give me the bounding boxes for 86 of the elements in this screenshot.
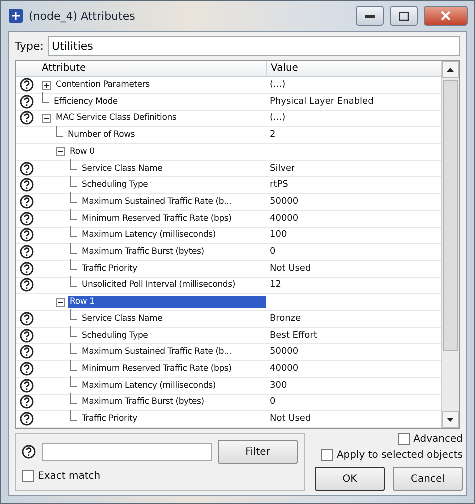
attribute-value[interactable]: 2 <box>266 127 441 144</box>
attribute-value[interactable]: 0 <box>266 244 441 260</box>
attribute-name[interactable]: Row 0 <box>68 146 97 158</box>
attribute-value[interactable]: 40000 <box>266 210 441 227</box>
attribute-name[interactable]: Contention Parameters <box>54 79 152 92</box>
attribute-name[interactable]: Row 1 <box>68 296 266 308</box>
minimize-button[interactable] <box>356 6 384 26</box>
attribute-name[interactable]: Service Class Name <box>80 162 165 175</box>
help-icon[interactable] <box>20 345 34 360</box>
attribute-value[interactable]: Silver <box>266 160 441 176</box>
collapse-icon[interactable] <box>56 147 65 156</box>
attribute-name[interactable]: Maximum Traffic Burst (bytes) <box>80 396 206 408</box>
attribute-value[interactable]: 12 <box>266 278 441 294</box>
help-icon[interactable] <box>20 194 34 209</box>
attribute-name[interactable]: Traffic Priority <box>80 262 140 275</box>
type-field[interactable]: Utilities <box>48 36 460 56</box>
attribute-value[interactable]: 40000 <box>266 361 441 377</box>
help-icon[interactable] <box>20 412 34 426</box>
attribute-value[interactable]: Best Effort <box>266 328 441 344</box>
scroll-up-button[interactable] <box>442 61 459 78</box>
collapse-icon[interactable] <box>56 298 65 307</box>
help-icon[interactable] <box>20 78 34 92</box>
help-icon[interactable] <box>20 328 34 343</box>
column-header[interactable]: Attribute <box>38 61 266 76</box>
attribute-value[interactable]: Not Used <box>266 411 441 427</box>
maximize-button[interactable] <box>390 6 418 26</box>
scrollbar-thumb[interactable] <box>443 80 458 351</box>
attribute-value[interactable]: 0 <box>266 394 441 410</box>
help-icon[interactable] <box>20 94 34 109</box>
minimize-icon <box>365 14 375 18</box>
attribute-name[interactable]: Scheduling Type <box>80 179 150 192</box>
help-icon[interactable] <box>20 111 34 126</box>
help-icon[interactable] <box>20 162 34 176</box>
attribute-value[interactable]: 100 <box>266 228 441 244</box>
collapse-icon[interactable] <box>42 114 51 123</box>
attribute-name[interactable]: Maximum Latency (milliseconds) <box>80 380 218 392</box>
filter-field[interactable] <box>42 443 212 461</box>
attribute-name[interactable]: Unsolicited Poll Interval (milliseconds) <box>80 279 238 292</box>
help-icon[interactable] <box>20 178 34 192</box>
checkbox[interactable]: Apply to selected objects <box>320 449 463 461</box>
attribute-name[interactable]: Service Class Name <box>80 312 165 325</box>
cancel-button[interactable]: Cancel <box>393 467 463 491</box>
checkbox[interactable]: Exact match <box>22 470 298 482</box>
help-icon[interactable] <box>20 245 34 260</box>
attribute-name[interactable]: Maximum Latency (milliseconds) <box>80 229 218 242</box>
attribute-name[interactable]: Maximum Sustained Traffic Rate (b... <box>80 346 234 358</box>
maximize-icon <box>399 12 409 20</box>
attribute-value[interactable]: Bronze <box>266 311 441 327</box>
attribute-value[interactable]: Physical Layer Enabled <box>266 94 441 110</box>
scroll-down-button[interactable] <box>442 411 459 428</box>
expand-icon[interactable] <box>42 80 51 90</box>
up-arrow-icon <box>447 68 454 72</box>
help-icon[interactable] <box>20 362 34 376</box>
help-icon[interactable] <box>20 312 34 326</box>
help-icon[interactable] <box>20 212 34 226</box>
help-icon[interactable] <box>20 395 34 410</box>
close-icon <box>441 11 451 21</box>
close-button[interactable] <box>424 6 468 26</box>
attribute-value[interactable]: rtPS <box>266 177 441 194</box>
attribute-name[interactable]: Scheduling Type <box>80 330 150 342</box>
attribute-value[interactable]: 50000 <box>266 344 441 360</box>
attribute-name[interactable]: Maximum Sustained Traffic Rate (b... <box>80 196 234 208</box>
attribute-name[interactable]: Traffic Priority <box>80 413 140 426</box>
help-icon[interactable] <box>22 445 36 459</box>
help-icon[interactable] <box>20 262 34 276</box>
filter-button[interactable]: Filter <box>218 440 298 464</box>
attribute-name[interactable]: MAC Service Class Definitions <box>54 112 179 124</box>
attribute-name[interactable]: Efficiency Mode <box>52 96 120 108</box>
type-label: Type: <box>15 40 44 52</box>
attribute-value[interactable]: (...) <box>266 77 441 93</box>
attribute-name[interactable]: Minimum Reserved Traffic Rate (bps) <box>80 363 234 375</box>
down-arrow-icon <box>447 418 454 422</box>
help-icon[interactable] <box>20 278 34 292</box>
app-icon <box>9 9 23 23</box>
attribute-name[interactable]: Maximum Traffic Burst (bytes) <box>80 246 206 258</box>
attribute-value[interactable]: (...) <box>266 110 441 126</box>
attribute-value[interactable]: 50000 <box>266 194 441 210</box>
window-title: (node_4) Attributes <box>29 10 136 22</box>
attribute-value[interactable]: Not Used <box>266 260 441 277</box>
attribute-value[interactable]: 300 <box>266 378 441 394</box>
attribute-name[interactable]: Number of Rows <box>66 129 138 142</box>
checkbox[interactable]: Advanced <box>398 433 463 445</box>
help-icon[interactable] <box>20 228 34 242</box>
attribute-name[interactable]: Minimum Reserved Traffic Rate (bps) <box>80 212 234 225</box>
ok-button[interactable]: OK <box>315 467 385 491</box>
help-icon[interactable] <box>20 378 34 393</box>
